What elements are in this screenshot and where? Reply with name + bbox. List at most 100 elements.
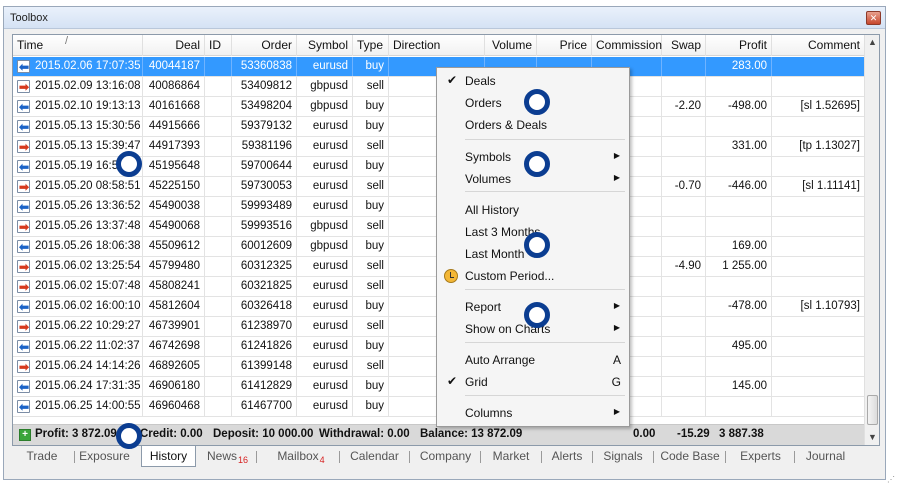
tab-signals[interactable]: Signals [595, 446, 651, 467]
tab-alerts[interactable]: Alerts [544, 446, 590, 467]
tab-label: Mailbox [277, 449, 319, 463]
cell-id [205, 257, 232, 276]
cell-deal: 45509612 [143, 237, 205, 256]
cell-deal: 44917393 [143, 137, 205, 156]
cell-deal: 46906180 [143, 377, 205, 396]
column-header-order[interactable]: Order [232, 35, 297, 56]
tab-calendar[interactable]: Calendar [342, 446, 407, 467]
column-header-time[interactable]: Time [13, 35, 143, 56]
cell-deal: 40044187 [143, 57, 205, 76]
menu-item-grid[interactable]: ✔ Grid G [437, 371, 629, 393]
column-header-deal[interactable]: Deal [143, 35, 205, 56]
tab-history[interactable]: History [141, 446, 196, 467]
cell-profit [706, 397, 772, 416]
column-header-swap[interactable]: Swap [662, 35, 706, 56]
annotation-marker [116, 423, 142, 449]
tab-journal[interactable]: Journal [796, 446, 855, 467]
cell-order: 59993516 [232, 217, 297, 236]
scroll-down-icon[interactable]: ▼ [865, 430, 880, 445]
column-header-id[interactable]: ID [205, 35, 232, 56]
column-header-symbol[interactable]: Symbol [297, 35, 353, 56]
column-header-profit[interactable]: Profit [706, 35, 772, 56]
submenu-arrow-icon: ▶ [613, 323, 620, 332]
cell-comment [772, 57, 865, 76]
cell-order: 59700644 [232, 157, 297, 176]
buy-deal-icon: ⬅ [17, 240, 30, 254]
cell-time: ⬅ 2015.05.26 18:06:38 [13, 237, 143, 256]
cell-deal: 45812604 [143, 297, 205, 316]
cell-order: 61399148 [232, 357, 297, 376]
column-header-commission[interactable]: Commission [592, 35, 662, 56]
cell-comment [772, 157, 865, 176]
tab-exposure[interactable]: Exposure [73, 446, 136, 467]
tab-company[interactable]: Company [413, 446, 478, 467]
annotation-marker [524, 151, 550, 177]
menu-item-all-history[interactable]: All History [437, 199, 629, 221]
submenu-arrow-icon: ▶ [613, 173, 620, 182]
cell-id [205, 277, 232, 296]
tab-trade[interactable]: Trade [12, 446, 72, 467]
column-header-type[interactable]: Type [353, 35, 389, 56]
cell-type: buy [353, 157, 389, 176]
tab-label: News [206, 449, 237, 463]
cell-swap [662, 217, 706, 236]
cell-time: ⬅ 2015.02.06 17:07:35 [13, 57, 143, 76]
buy-deal-icon: ⬅ [17, 200, 30, 214]
summary-balance: Balance: 13 872.09 [420, 428, 523, 440]
cell-swap: -4.90 [662, 257, 706, 276]
column-header-volume[interactable]: Volume [485, 35, 537, 56]
cell-deal: 45195648 [143, 157, 205, 176]
cell-profit: -446.00 [706, 177, 772, 196]
column-header-comment[interactable]: Comment [772, 35, 865, 56]
buy-deal-icon: ⬅ [17, 380, 30, 394]
cell-id [205, 137, 232, 156]
time-text: 2015.06.24 17:31:35 [35, 380, 141, 392]
submenu-arrow-icon: ▶ [613, 407, 620, 416]
menu-item-label: Symbols [465, 150, 512, 164]
sell-deal-icon: ➡ [17, 360, 30, 374]
cell-deal: 44915666 [143, 117, 205, 136]
cell-symbol: eurusd [297, 397, 353, 416]
cell-comment: [tp 1.13027] [772, 137, 865, 156]
cell-symbol: eurusd [297, 257, 353, 276]
cell-type: sell [353, 217, 389, 236]
cell-symbol: gbpusd [297, 97, 353, 116]
title-bar[interactable]: Toolbox ✕ [4, 7, 885, 29]
column-header-direction[interactable]: Direction [389, 35, 485, 56]
cell-type: sell [353, 277, 389, 296]
tab-separator [409, 451, 410, 463]
scroll-up-icon[interactable]: ▲ [865, 35, 880, 50]
tab-mailbox[interactable]: Mailbox4 [265, 446, 337, 467]
tab-separator [541, 451, 542, 463]
tab-label: Trade [26, 449, 58, 463]
menu-item-custom-period[interactable]: Custom Period... [437, 265, 629, 287]
close-icon[interactable]: ✕ [866, 11, 881, 25]
cell-deal: 45799480 [143, 257, 205, 276]
checkmark-icon: ✔ [447, 73, 458, 87]
cell-symbol: eurusd [297, 157, 353, 176]
menu-item-label: Deals [465, 74, 496, 88]
tab-code-base[interactable]: Code Base [657, 446, 723, 467]
plus-icon: + [19, 429, 31, 441]
cell-symbol: eurusd [297, 117, 353, 136]
menu-item-orders-deals[interactable]: Orders & Deals [437, 114, 629, 136]
calendar-clock-icon [444, 269, 458, 283]
tab-experts[interactable]: Experts [729, 446, 792, 467]
resize-grip-icon[interactable]: ⋰ [887, 475, 895, 484]
menu-item-auto-arrange[interactable]: Auto Arrange A [437, 349, 629, 371]
column-header-price[interactable]: Price [537, 35, 592, 56]
tab-market[interactable]: Market [483, 446, 539, 467]
cell-swap [662, 397, 706, 416]
cell-type: sell [353, 357, 389, 376]
time-text: 2015.06.25 14:00:55 [35, 400, 141, 412]
tab-news[interactable]: News16 [201, 446, 254, 467]
cell-deal: 45490038 [143, 197, 205, 216]
scroll-thumb[interactable] [867, 395, 878, 425]
menu-item-label: Custom Period... [465, 269, 555, 283]
menu-item-columns[interactable]: Columns ▶ [437, 402, 629, 424]
cell-swap [662, 357, 706, 376]
cell-symbol: eurusd [297, 297, 353, 316]
vertical-scrollbar[interactable]: ▲ ▼ [864, 35, 879, 445]
cell-id [205, 57, 232, 76]
summary-commission: 0.00 [633, 428, 656, 440]
